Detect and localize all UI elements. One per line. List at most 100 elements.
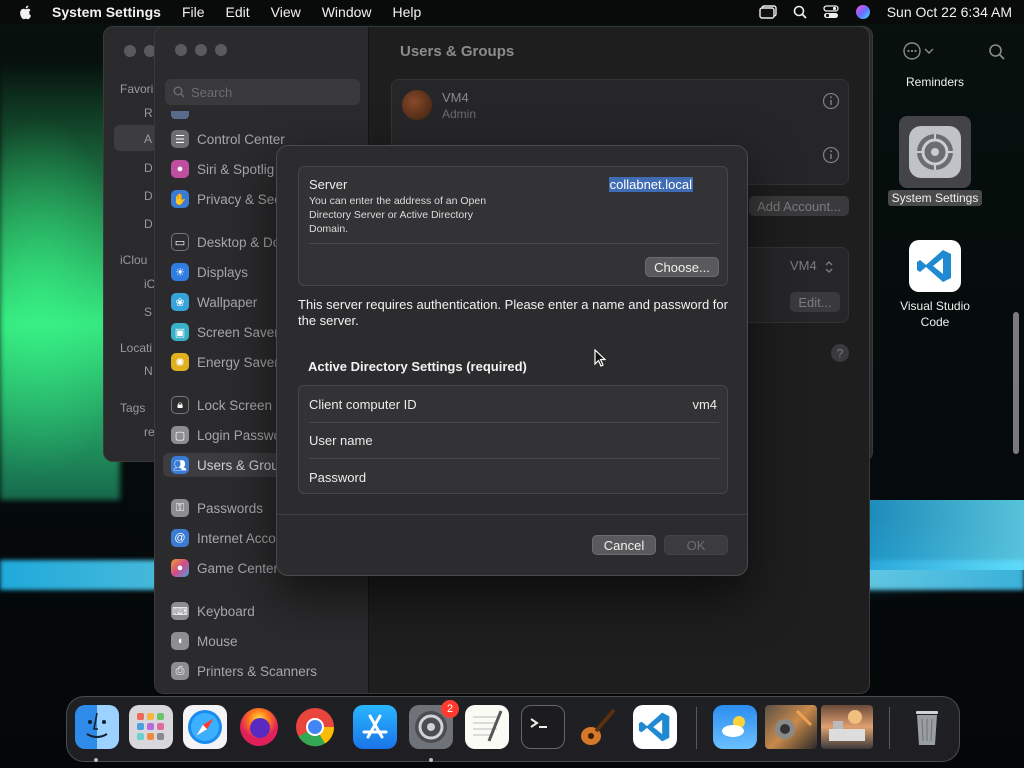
guitar-icon bbox=[581, 708, 616, 745]
sidebar-item-screen-saver[interactable]: ▣ Screen Saver bbox=[171, 320, 279, 344]
sidebar-item-mouse[interactable]: ◖ Mouse bbox=[171, 629, 238, 653]
server-group: Server You can enter the address of an O… bbox=[298, 166, 728, 286]
back-search-icon[interactable] bbox=[988, 43, 1006, 61]
add-account-button[interactable]: Add Account... bbox=[749, 196, 849, 216]
password-row[interactable]: Password bbox=[299, 459, 727, 495]
sidebar-item-control-center[interactable]: ☰ Control Center bbox=[171, 127, 285, 151]
sidebar-item-label: Control Center bbox=[197, 131, 285, 147]
dock-weather[interactable] bbox=[713, 705, 757, 749]
sidebar-item-label: Printers & Scanners bbox=[197, 663, 318, 679]
control-center-icon: ☰ bbox=[171, 130, 189, 148]
dock-textedit[interactable] bbox=[465, 705, 509, 749]
menu-view[interactable]: View bbox=[271, 4, 301, 20]
finder-icon bbox=[86, 712, 108, 738]
dock-garageband[interactable] bbox=[575, 705, 619, 749]
dock-recent-image-2[interactable] bbox=[821, 705, 873, 749]
cancel-button[interactable]: Cancel bbox=[592, 535, 656, 555]
safari-icon bbox=[188, 710, 222, 744]
sidebar-item-game-center[interactable]: ● Game Center bbox=[171, 556, 278, 580]
desktop-reminders[interactable]: Reminders bbox=[890, 74, 980, 90]
dock-firefox[interactable] bbox=[237, 705, 281, 749]
search-icon[interactable] bbox=[793, 5, 807, 19]
ok-button[interactable]: OK bbox=[664, 535, 728, 555]
server-input[interactable]: collabnet.local bbox=[608, 177, 693, 192]
vscode-label-line1: Visual Studio bbox=[900, 299, 970, 313]
sidebar-item-energy-saver[interactable]: ✺ Energy Saver bbox=[171, 350, 279, 374]
partial-sidebar-icon bbox=[171, 111, 189, 119]
dock-trash[interactable] bbox=[905, 705, 949, 749]
dock-finder[interactable] bbox=[75, 705, 119, 749]
back-label: S bbox=[144, 305, 153, 319]
edit-button[interactable]: Edit... bbox=[790, 292, 840, 312]
help-icon[interactable]: ? bbox=[830, 343, 850, 363]
printer-icon: ⎙ bbox=[171, 662, 189, 680]
reminders-label: Reminders bbox=[905, 75, 965, 89]
sidebar-item-internet-accounts[interactable]: @ Internet Acco bbox=[171, 526, 276, 550]
minimize-button[interactable] bbox=[195, 44, 207, 56]
user-role: Admin bbox=[442, 107, 477, 121]
choose-button[interactable]: Choose... bbox=[645, 257, 719, 277]
sidebar-item-siri[interactable]: ● Siri & Spotlig bbox=[171, 157, 274, 181]
zoom-button[interactable] bbox=[215, 44, 227, 56]
sidebar-item-displays[interactable]: ☀ Displays bbox=[171, 260, 248, 284]
users-icon: 👥︎ bbox=[171, 456, 189, 474]
menu-app-name[interactable]: System Settings bbox=[52, 4, 161, 20]
sidebar-item-privacy[interactable]: ✋ Privacy & Sec bbox=[171, 187, 281, 211]
settings-search-input[interactable]: Search bbox=[165, 79, 360, 105]
directory-server-dialog: Server You can enter the address of an O… bbox=[276, 145, 748, 576]
client-id-value[interactable]: vm4 bbox=[692, 397, 717, 412]
window-stack-icon[interactable] bbox=[759, 5, 777, 19]
sidebar-item-label: Internet Acco bbox=[197, 530, 276, 546]
username-label: User name bbox=[309, 432, 373, 448]
menu-file[interactable]: File bbox=[182, 4, 205, 20]
auth-message: This server requires authentication. Ple… bbox=[298, 297, 728, 328]
sidebar-item-keyboard[interactable]: ⌨ Keyboard bbox=[171, 599, 255, 623]
apple-menu-icon[interactable] bbox=[18, 4, 34, 20]
dock-launchpad[interactable] bbox=[129, 705, 173, 749]
more-options-icon[interactable] bbox=[902, 41, 938, 61]
keyboard-icon: ⌨ bbox=[171, 602, 189, 620]
dock-chrome[interactable] bbox=[293, 705, 337, 749]
dock: 2 bbox=[66, 696, 960, 762]
lock-icon: ▢ bbox=[171, 426, 189, 444]
auto-login-value[interactable]: VM4 bbox=[790, 258, 817, 273]
dock-app-store[interactable] bbox=[353, 705, 397, 749]
desktop-vscode[interactable]: Visual Studio Code bbox=[890, 240, 980, 330]
control-center-icon[interactable] bbox=[823, 5, 839, 19]
sidebar-item-label: Wallpaper bbox=[197, 294, 258, 310]
sidebar-item-login-password[interactable]: ▢ Login Passwo bbox=[171, 423, 281, 447]
server-label: Server bbox=[309, 177, 348, 192]
close-button[interactable] bbox=[175, 44, 187, 56]
dock-vscode[interactable] bbox=[633, 705, 677, 749]
info-icon[interactable] bbox=[822, 146, 840, 164]
back-label: Tags bbox=[120, 401, 146, 415]
at-icon: @ bbox=[171, 529, 189, 547]
menu-window[interactable]: Window bbox=[322, 4, 372, 20]
dock-terminal[interactable] bbox=[521, 705, 565, 749]
dock-recent-image-1[interactable] bbox=[765, 705, 817, 749]
sidebar-item-label: Users & Grou bbox=[197, 457, 279, 473]
username-row[interactable]: User name bbox=[299, 422, 727, 458]
server-description: You can enter the address of an Open Dir… bbox=[309, 195, 487, 235]
sidebar-item-desktop-dock[interactable]: ▭ Desktop & Do bbox=[171, 230, 280, 254]
sidebar-item-printers[interactable]: ⎙ Printers & Scanners bbox=[171, 659, 317, 683]
siri-icon[interactable] bbox=[855, 4, 871, 20]
launchpad-icon bbox=[137, 713, 164, 740]
menu-clock[interactable]: Sun Oct 22 6:34 AM bbox=[887, 4, 1012, 20]
dock-safari[interactable] bbox=[183, 705, 227, 749]
dock-system-settings[interactable]: 2 bbox=[409, 700, 459, 749]
menu-edit[interactable]: Edit bbox=[226, 4, 250, 20]
client-id-row[interactable]: Client computer ID vm4 bbox=[299, 386, 727, 422]
desktop-scrollbar[interactable] bbox=[1013, 312, 1019, 454]
mouse-cursor-icon bbox=[594, 349, 606, 367]
menu-help[interactable]: Help bbox=[393, 4, 422, 20]
wallpaper-glow-band-right bbox=[860, 500, 1024, 570]
sidebar-item-wallpaper[interactable]: ❀ Wallpaper bbox=[171, 290, 257, 314]
sun-icon: ☀ bbox=[171, 263, 189, 281]
sidebar-item-lock-screen[interactable]: 🔒︎ Lock Screen bbox=[171, 393, 272, 417]
sidebar-item-passwords[interactable]: ⚿ Passwords bbox=[171, 496, 263, 520]
desktop-system-settings[interactable]: System Settings bbox=[884, 116, 986, 206]
chevron-updown-icon bbox=[825, 261, 833, 273]
info-icon[interactable] bbox=[822, 92, 840, 110]
thumbnail-icon bbox=[829, 710, 865, 741]
